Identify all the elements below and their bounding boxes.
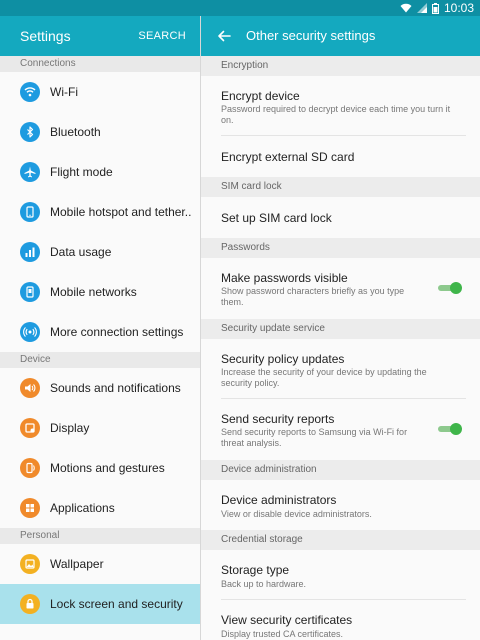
sidebar-item-label: More connection settings xyxy=(50,325,184,339)
encrypt-device-item[interactable]: Encrypt device Password required to decr… xyxy=(221,76,466,136)
mobile-networks-icon xyxy=(20,282,40,302)
toggle-knob xyxy=(450,423,462,435)
sidebar-item-label: Wallpaper xyxy=(50,557,104,571)
sidebar-item-mobile-hotspot-and-tether[interactable]: Mobile hotspot and tether.. xyxy=(0,192,200,232)
send-security-reports-subtitle: Send security reports to Samsung via Wi-… xyxy=(221,427,408,448)
sidebar-item-more-connection-settings[interactable]: More connection settings xyxy=(0,312,200,352)
encrypt-sd-title: Encrypt external SD card xyxy=(221,150,355,164)
data-usage-icon xyxy=(20,242,40,262)
wifi-signal-icon xyxy=(400,3,412,13)
wallpaper-icon xyxy=(20,554,40,574)
detail-header: Other security settings xyxy=(201,16,480,56)
section-header-sim-card-lock: SIM card lock xyxy=(201,177,480,197)
sidebar-item-flight-mode[interactable]: Flight mode xyxy=(0,152,200,192)
sidebar-item-label: Mobile networks xyxy=(50,285,137,299)
section-header-credential-storage: Credential storage xyxy=(201,530,480,550)
storage-type-item[interactable]: Storage type Back up to hardware. xyxy=(221,550,466,600)
back-arrow-icon[interactable] xyxy=(216,28,232,44)
encrypt-device-subtitle: Password required to decrypt device each… xyxy=(221,104,451,125)
passwords-visible-item[interactable]: Make passwords visible Show password cha… xyxy=(221,258,466,319)
sidebar-item-label: Applications xyxy=(50,501,115,515)
encrypt-device-title: Encrypt device xyxy=(221,89,300,103)
sidebar-item-wi-fi[interactable]: Wi-Fi xyxy=(0,72,200,112)
sim-lock-title: Set up SIM card lock xyxy=(221,211,332,225)
storage-type-subtitle: Back up to hardware. xyxy=(221,579,307,589)
toggle-knob xyxy=(450,282,462,294)
storage-type-title: Storage type xyxy=(221,563,290,577)
more-connections-icon xyxy=(20,322,40,342)
hotspot-icon xyxy=(20,202,40,222)
sidebar-item-sounds-and-notifications[interactable]: Sounds and notifications xyxy=(0,368,200,408)
display-icon xyxy=(20,418,40,438)
sidebar-item-label: Display xyxy=(50,421,90,435)
sidebar-item-mobile-networks[interactable]: Mobile networks xyxy=(0,272,200,312)
settings-category-list: Connections Wi-Fi Bluetooth Flight mode Mobi… xyxy=(0,56,200,640)
send-security-reports-title: Send security reports xyxy=(221,412,335,426)
view-security-certificates-title: View security certificates xyxy=(221,613,353,627)
settings-title: Settings xyxy=(20,28,71,44)
status-bar: 10:03 xyxy=(0,0,480,16)
sidebar-item-label: Flight mode xyxy=(50,165,113,179)
sidebar-item-lock-screen-and-security[interactable]: Lock screen and security xyxy=(0,584,200,624)
device-administrators-subtitle: View or disable device administrators. xyxy=(221,509,372,519)
sidebar-item-label: Data usage xyxy=(50,245,112,259)
battery-icon xyxy=(431,2,439,14)
device-administrators-title: Device administrators xyxy=(221,493,337,507)
status-icons: 10:03 xyxy=(400,0,474,16)
view-security-certificates-subtitle: Display trusted CA certificates. xyxy=(221,629,344,639)
airplane-icon xyxy=(20,162,40,182)
section-header-connections: Connections xyxy=(0,56,200,72)
sidebar-item-label: Sounds and notifications xyxy=(50,381,181,395)
sidebar-item-motions-and-gestures[interactable]: Motions and gestures xyxy=(0,448,200,488)
security-policy-updates-subtitle: Increase the security of your device by … xyxy=(221,367,427,388)
passwords-visible-subtitle: Show password characters briefly as you … xyxy=(221,286,405,307)
motion-icon xyxy=(20,458,40,478)
encrypt-sd-item[interactable]: Encrypt external SD card xyxy=(221,136,466,177)
other-security-settings-list: Encryption Encrypt device Password requi… xyxy=(201,56,480,640)
cell-signal-icon xyxy=(416,3,427,13)
passwords-visible-title: Make passwords visible xyxy=(221,271,348,285)
sidebar-item-label: Lock screen and security xyxy=(50,597,183,611)
sidebar-item-applications[interactable]: Applications xyxy=(0,488,200,528)
search-button[interactable]: SEARCH xyxy=(138,30,186,42)
clock: 10:03 xyxy=(443,1,474,15)
sidebar-item-display[interactable]: Display xyxy=(0,408,200,448)
apps-grid-icon xyxy=(20,498,40,518)
section-header-personal: Personal xyxy=(0,528,200,544)
view-security-certificates-item[interactable]: View security certificates Display trust… xyxy=(221,600,466,640)
lock-icon xyxy=(20,594,40,614)
send-security-reports-toggle[interactable] xyxy=(438,422,462,436)
settings-header: Settings SEARCH xyxy=(0,16,200,56)
sidebar-item-wallpaper[interactable]: Wallpaper xyxy=(0,544,200,584)
passwords-visible-toggle[interactable] xyxy=(438,281,462,295)
section-header-device: Device xyxy=(0,352,200,368)
send-security-reports-item[interactable]: Send security reports Send security repo… xyxy=(221,399,466,460)
sidebar-item-label: Bluetooth xyxy=(50,125,101,139)
section-header-encryption: Encryption xyxy=(201,56,480,76)
sidebar-item-label: Motions and gestures xyxy=(50,461,165,475)
sidebar-item-label: Mobile hotspot and tether.. xyxy=(50,205,192,219)
sim-lock-item[interactable]: Set up SIM card lock xyxy=(221,197,466,238)
wifi-icon xyxy=(20,82,40,102)
security-policy-updates-title: Security policy updates xyxy=(221,352,345,366)
sidebar-item-bluetooth[interactable]: Bluetooth xyxy=(0,112,200,152)
sidebar-item-data-usage[interactable]: Data usage xyxy=(0,232,200,272)
section-header-security-update-service: Security update service xyxy=(201,319,480,339)
section-header-passwords: Passwords xyxy=(201,238,480,258)
bluetooth-icon xyxy=(20,122,40,142)
device-administrators-item[interactable]: Device administrators View or disable de… xyxy=(221,480,466,530)
sidebar-item-label: Wi-Fi xyxy=(50,85,78,99)
volume-icon xyxy=(20,378,40,398)
section-header-device-administration: Device administration xyxy=(201,460,480,480)
security-policy-updates-item[interactable]: Security policy updates Increase the sec… xyxy=(221,339,466,399)
page-title: Other security settings xyxy=(246,28,376,43)
